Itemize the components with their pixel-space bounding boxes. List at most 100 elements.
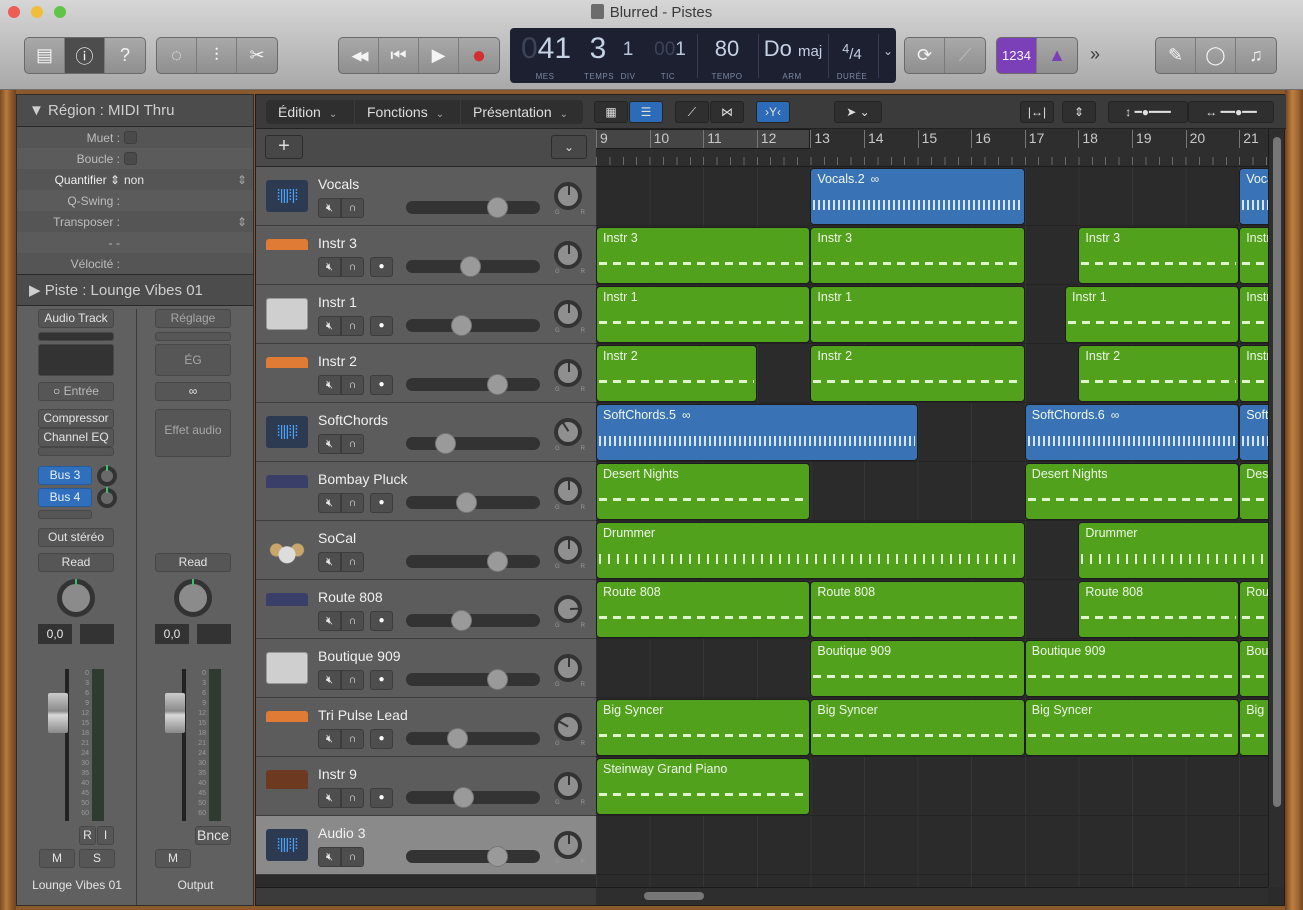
track-header[interactable]: ⁞|||⁞|⁞ SoftChords 🔇︎ ∩ G R	[256, 403, 596, 462]
midi-region[interactable]: Instr 3	[810, 227, 1025, 284]
pointer-tool-menu[interactable]: ➤ ⌄	[834, 101, 882, 123]
midi-region[interactable]: Instr 2	[810, 345, 1025, 402]
vertical-scrollbar[interactable]	[1268, 129, 1284, 887]
volume-slider-thumb[interactable]	[487, 551, 509, 572]
track-name[interactable]: Route 808	[318, 589, 383, 605]
track-volume-slider[interactable]	[406, 610, 540, 631]
track-name[interactable]: Audio 3	[318, 825, 365, 841]
track-name[interactable]: SoCal	[318, 530, 356, 546]
editors-button[interactable]: ✂	[237, 38, 277, 73]
automation-mode-button[interactable]: Read	[38, 553, 114, 572]
track-pan-knob[interactable]: GR	[554, 831, 585, 865]
solo-track-button[interactable]: ∩	[341, 552, 364, 572]
mute-checkbox[interactable]	[124, 131, 137, 144]
midi-region[interactable]: Big Syncer	[810, 699, 1025, 756]
midi-region[interactable]: Desert Nights	[596, 463, 811, 520]
track-lane[interactable]: Big Syncer Big Syncer Big Syncer Big Syncer	[596, 698, 1268, 757]
channel-strip-name[interactable]: Lounge Vibes 01	[17, 878, 137, 892]
mute-track-button[interactable]: 🔇︎	[318, 788, 341, 808]
track-header[interactable]: Instr 1 🔇︎ ∩ ● G R	[256, 285, 596, 344]
count-in-button[interactable]: 1234	[997, 38, 1037, 73]
volume-slider-thumb[interactable]	[487, 374, 509, 395]
more-tools-icon[interactable]: »	[1090, 44, 1100, 65]
mute-button[interactable]: M	[155, 849, 191, 868]
midi-region[interactable]: Boutique 909	[810, 640, 1025, 697]
mute-track-button[interactable]: 🔇︎	[318, 729, 341, 749]
track-lane[interactable]: Route 808 Route 808 Route 808 Route 808	[596, 580, 1268, 639]
output-button[interactable]: Out stéréo	[38, 528, 114, 547]
volume-slider-thumb[interactable]	[435, 433, 457, 454]
setting-button[interactable]: Réglage	[155, 309, 231, 328]
mute-track-button[interactable]: 🔇︎	[318, 847, 341, 867]
input-monitor-button[interactable]: I	[97, 826, 114, 845]
send-bus-4[interactable]: Bus 4	[38, 488, 92, 507]
mute-track-button[interactable]: 🔇︎	[318, 257, 341, 277]
volume-slider-thumb[interactable]	[487, 197, 509, 218]
track-pan-knob[interactable]: GR	[554, 772, 585, 806]
mute-track-button[interactable]: 🔇︎	[318, 375, 341, 395]
lcd-menu-chevron-icon[interactable]: ⌄	[880, 44, 896, 58]
functions-menu[interactable]: Fonctions ⌄	[355, 100, 460, 124]
track-volume-slider[interactable]	[406, 728, 540, 749]
send-slot-empty[interactable]	[38, 510, 92, 519]
midi-region[interactable]: Instr 2	[596, 345, 757, 402]
view-menu[interactable]: Présentation ⌄	[461, 100, 583, 124]
volume-fader-track[interactable]	[182, 669, 186, 821]
scroll-thumb[interactable]	[1273, 137, 1281, 807]
channel-strip-name[interactable]: Output	[137, 878, 254, 892]
record-enable-button[interactable]: ●	[370, 257, 393, 277]
go-to-start-button[interactable]: ⏮	[379, 38, 419, 73]
vertical-zoom-slider[interactable]: ↕ ━●━━━	[1108, 101, 1188, 123]
track-volume-slider[interactable]	[406, 256, 540, 277]
plugin-slot-channel-eq[interactable]: Channel EQ	[38, 428, 114, 447]
horizontal-scrollbar[interactable]	[596, 887, 1268, 905]
mute-track-button[interactable]: 🔇︎	[318, 552, 341, 572]
scroll-thumb[interactable]	[644, 892, 704, 900]
midi-region[interactable]: Route 808	[1078, 581, 1240, 638]
track-volume-slider[interactable]	[406, 315, 540, 336]
apple-loops-button[interactable]: ◯	[1196, 38, 1236, 73]
audio-region[interactable]: SoftChords.6 ∞	[1024, 404, 1240, 461]
track-volume-slider[interactable]	[406, 551, 540, 572]
solo-track-button[interactable]: ∩	[341, 375, 364, 395]
solo-track-button[interactable]: ∩	[341, 434, 364, 454]
volume-slider-thumb[interactable]	[446, 728, 468, 749]
midi-region[interactable]: Instr 3	[1078, 227, 1240, 284]
track-pan-knob[interactable]: GR	[554, 300, 585, 334]
arrange-area[interactable]: Vocals.2∞VocalsInstr 3Instr 3Instr 3Inst…	[596, 167, 1268, 887]
track-pan-knob[interactable]: GR	[554, 654, 585, 688]
midi-region[interactable]: Boutique 909	[1239, 640, 1268, 697]
track-volume-slider[interactable]	[406, 492, 540, 513]
drummer-region[interactable]: Drummer	[596, 522, 1025, 579]
track-header[interactable]: Instr 3 🔇︎ ∩ ● G R	[256, 226, 596, 285]
track-volume-slider[interactable]	[406, 669, 540, 690]
horizontal-fit-button[interactable]: |↔|	[1020, 101, 1054, 123]
midi-region[interactable]: Instr 1	[1065, 286, 1240, 343]
midi-region[interactable]: Big Syncer	[1239, 699, 1268, 756]
notepad-button[interactable]: ✎	[1156, 38, 1196, 73]
track-lane[interactable]: Drummer Drummer	[596, 521, 1268, 580]
read-button[interactable]: R	[79, 826, 96, 845]
input-button[interactable]: ○ Entrée	[38, 382, 114, 401]
track-header[interactable]: Bombay Pluck 🔇︎ ∩ ● G R	[256, 462, 596, 521]
midi-region[interactable]: Desert Nights	[1024, 463, 1240, 520]
volume-slider-thumb[interactable]	[453, 787, 475, 808]
record-enable-button[interactable]: ●	[370, 611, 393, 631]
audio-region[interactable]: SoftChords.5 ∞	[596, 404, 918, 461]
audio-region[interactable]: Vocals.2 ∞	[810, 168, 1025, 225]
cycle-button[interactable]: ⟳	[905, 38, 945, 73]
track-header[interactable]: ⁞|||⁞|⁞ Vocals 🔇︎ ∩ G R	[256, 167, 596, 226]
volume-slider-thumb[interactable]	[460, 256, 482, 277]
audio-region[interactable]: Vocals	[1239, 168, 1268, 225]
play-button[interactable]: ▶	[419, 38, 459, 73]
time-signature[interactable]: 4/4	[832, 32, 872, 72]
stereo-link-button[interactable]: ∞	[155, 382, 231, 401]
track-header[interactable]: Instr 2 🔇︎ ∩ ● G R	[256, 344, 596, 403]
quantize-select[interactable]: non	[124, 173, 237, 187]
track-pan-knob[interactable]: GR	[554, 536, 585, 570]
loop-checkbox[interactable]	[124, 152, 137, 165]
volume-slider-thumb[interactable]	[455, 492, 477, 513]
metronome-button[interactable]: ▲	[1037, 38, 1077, 73]
midi-region[interactable]: Route 808	[1239, 581, 1268, 638]
plugin-slot-empty[interactable]	[38, 447, 114, 456]
